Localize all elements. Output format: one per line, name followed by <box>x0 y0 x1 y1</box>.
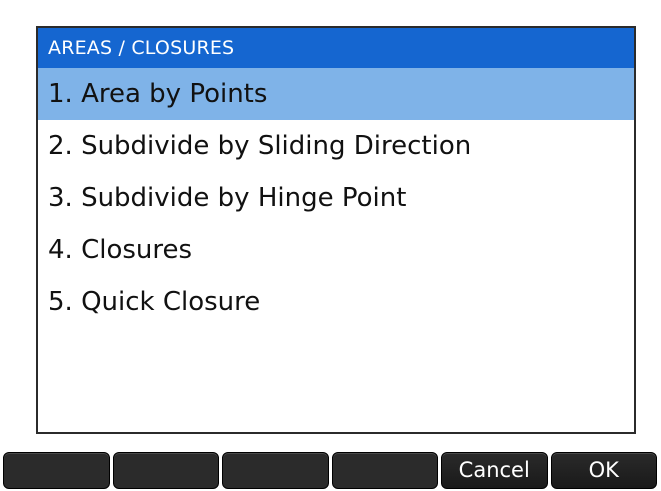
menu-item-quick-closure[interactable]: 5. Quick Closure <box>38 276 634 328</box>
softkey-1[interactable] <box>3 452 110 489</box>
choose-menu: AREAS / CLOSURES 1. Area by Points 2. Su… <box>36 26 636 434</box>
softkey-3[interactable] <box>222 452 329 489</box>
menu-item-area-by-points[interactable]: 1. Area by Points <box>38 68 634 120</box>
menu-list: 1. Area by Points 2. Subdivide by Slidin… <box>38 68 634 328</box>
softkey-2[interactable] <box>112 452 219 489</box>
softkey-4[interactable] <box>331 452 438 489</box>
calculator-screen: AREAS / CLOSURES 1. Area by Points 2. Su… <box>0 0 661 491</box>
menu-item-closures[interactable]: 4. Closures <box>38 224 634 276</box>
menu-title: AREAS / CLOSURES <box>38 28 634 68</box>
menu-item-subdivide-by-sliding-direction[interactable]: 2. Subdivide by Sliding Direction <box>38 120 634 172</box>
cancel-button[interactable]: Cancel <box>441 452 548 489</box>
softkey-bar: Cancel OK <box>3 452 657 489</box>
ok-button[interactable]: OK <box>550 452 657 489</box>
menu-item-subdivide-by-hinge-point[interactable]: 3. Subdivide by Hinge Point <box>38 172 634 224</box>
